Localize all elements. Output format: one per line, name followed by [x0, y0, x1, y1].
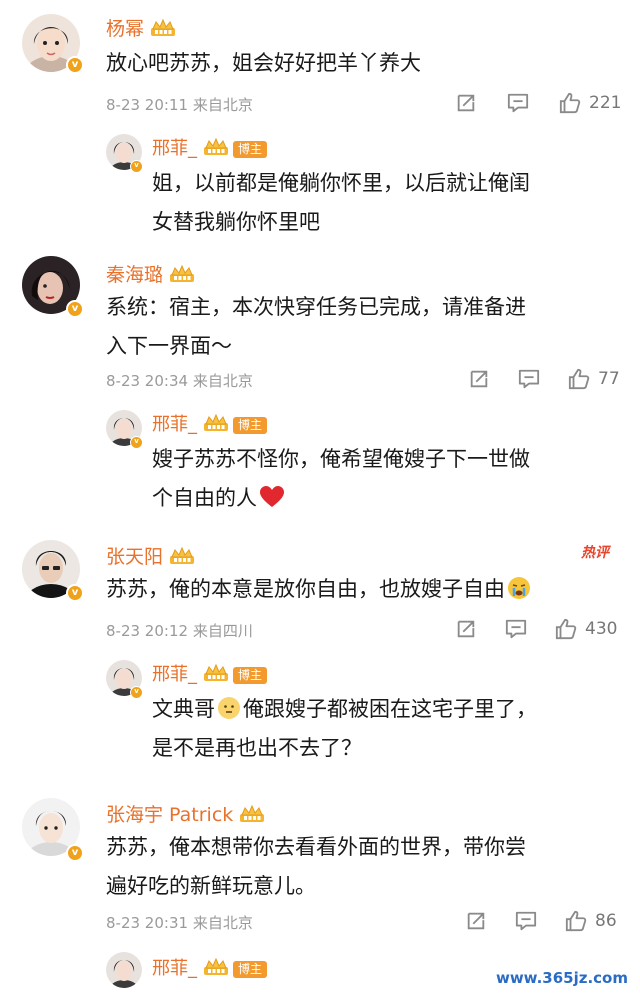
comment-thread: v 杨幂 放心吧苏苏，姐会好好把羊丫养大 8-23 20:11 来自北京 221…: [0, 0, 640, 250]
comment-icon[interactable]: [505, 618, 527, 642]
crown-icon: [169, 265, 195, 283]
author-badge: 博主: [233, 961, 268, 978]
comment-meta: 8-23 20:12 来自四川: [106, 622, 253, 640]
comment-meta: 8-23 20:11 来自北京: [106, 96, 253, 114]
comment-actions: 430: [455, 618, 630, 642]
like-count: 430: [585, 619, 618, 639]
verified-icon: v: [66, 584, 84, 602]
crown-icon: [203, 414, 229, 432]
like-icon[interactable]: [565, 910, 587, 934]
reply-username[interactable]: 邢菲_ 博主: [152, 954, 268, 980]
reply-avatar[interactable]: [106, 952, 142, 988]
comment-text: 放心吧苏苏，姐会好好把羊丫养大: [106, 51, 421, 75]
hot-comment-label: 热评: [581, 545, 609, 561]
like-icon[interactable]: [555, 618, 577, 642]
author-badge: 博主: [233, 141, 268, 158]
like-icon[interactable]: [559, 92, 581, 116]
crying-face-icon: [508, 577, 530, 599]
verified-icon: v: [66, 56, 84, 74]
verified-icon: v: [130, 436, 143, 449]
reply-text: 姐，以前都是俺躺你怀里，以后就让俺闺 女替我躺你怀里吧: [152, 171, 530, 234]
comment-thread: v 张天阳 热评 苏苏，俺的本意是放你自由，也放嫂子自由 8-23 20:12 …: [0, 530, 640, 792]
comment-text: 苏苏，俺本想带你去看看外面的世界，带你尝 遍好吃的新鲜玩意儿。: [106, 835, 526, 898]
comment-username[interactable]: 秦海璐: [106, 260, 195, 287]
speechless-face-icon: [218, 697, 240, 719]
comment-text: 系统：宿主，本次快穿任务已完成，请准备进 入下一界面～: [106, 295, 526, 358]
reply-username[interactable]: 邢菲_ 博主: [152, 134, 268, 160]
crown-icon: [203, 664, 229, 682]
comment-icon[interactable]: [515, 910, 537, 934]
repost-icon[interactable]: [455, 92, 477, 116]
reply-text: 文典哥 俺跟嫂子都被困在这宅子里了， 是不是再也出不去了？: [152, 697, 537, 760]
comment-actions: 77: [468, 368, 628, 392]
comment-username[interactable]: 张天阳: [106, 542, 195, 569]
comment-actions: 221: [455, 92, 625, 116]
like-icon[interactable]: [568, 368, 590, 392]
comment-meta: 8-23 20:31 来自北京: [106, 914, 253, 932]
comment-username[interactable]: 张海宇 Patrick: [106, 800, 265, 827]
repost-icon[interactable]: [468, 368, 490, 392]
comment-meta: 8-23 20:34 来自北京: [106, 372, 253, 390]
crown-icon: [169, 547, 195, 565]
repost-icon[interactable]: [455, 618, 477, 642]
author-badge: 博主: [233, 417, 268, 434]
reply-text: 嫂子苏苏不怪你，俺希望俺嫂子下一世做 个自由的人: [152, 447, 530, 510]
author-badge: 博主: [233, 667, 268, 684]
red-heart-icon: [260, 486, 284, 507]
verified-icon: v: [130, 160, 143, 173]
crown-icon: [239, 805, 265, 823]
like-count: 221: [589, 93, 622, 113]
comment-actions: 86: [465, 910, 630, 934]
site-watermark: www.365jz.com: [491, 969, 632, 987]
verified-icon: v: [66, 844, 84, 862]
reply-username[interactable]: 邢菲_ 博主: [152, 410, 268, 436]
comment-thread: v 秦海璐 系统：宿主，本次快穿任务已完成，请准备进 入下一界面～ 8-23 2…: [0, 250, 640, 530]
verified-icon: v: [130, 686, 143, 699]
comment-thread: v 张海宇 Patrick 苏苏，俺本想带你去看看外面的世界，带你尝 遍好吃的新…: [0, 792, 640, 993]
repost-icon[interactable]: [465, 910, 487, 934]
comment-icon[interactable]: [507, 92, 529, 116]
crown-icon: [203, 958, 229, 976]
reply-username[interactable]: 邢菲_ 博主: [152, 660, 268, 686]
crown-icon: [203, 138, 229, 156]
crown-icon: [150, 19, 176, 37]
like-count: 77: [598, 369, 620, 389]
comment-icon[interactable]: [518, 368, 540, 392]
comment-username[interactable]: 杨幂: [106, 14, 176, 41]
verified-icon: v: [66, 300, 84, 318]
like-count: 86: [595, 911, 617, 931]
comment-text: 苏苏，俺的本意是放你自由，也放嫂子自由: [106, 570, 531, 609]
